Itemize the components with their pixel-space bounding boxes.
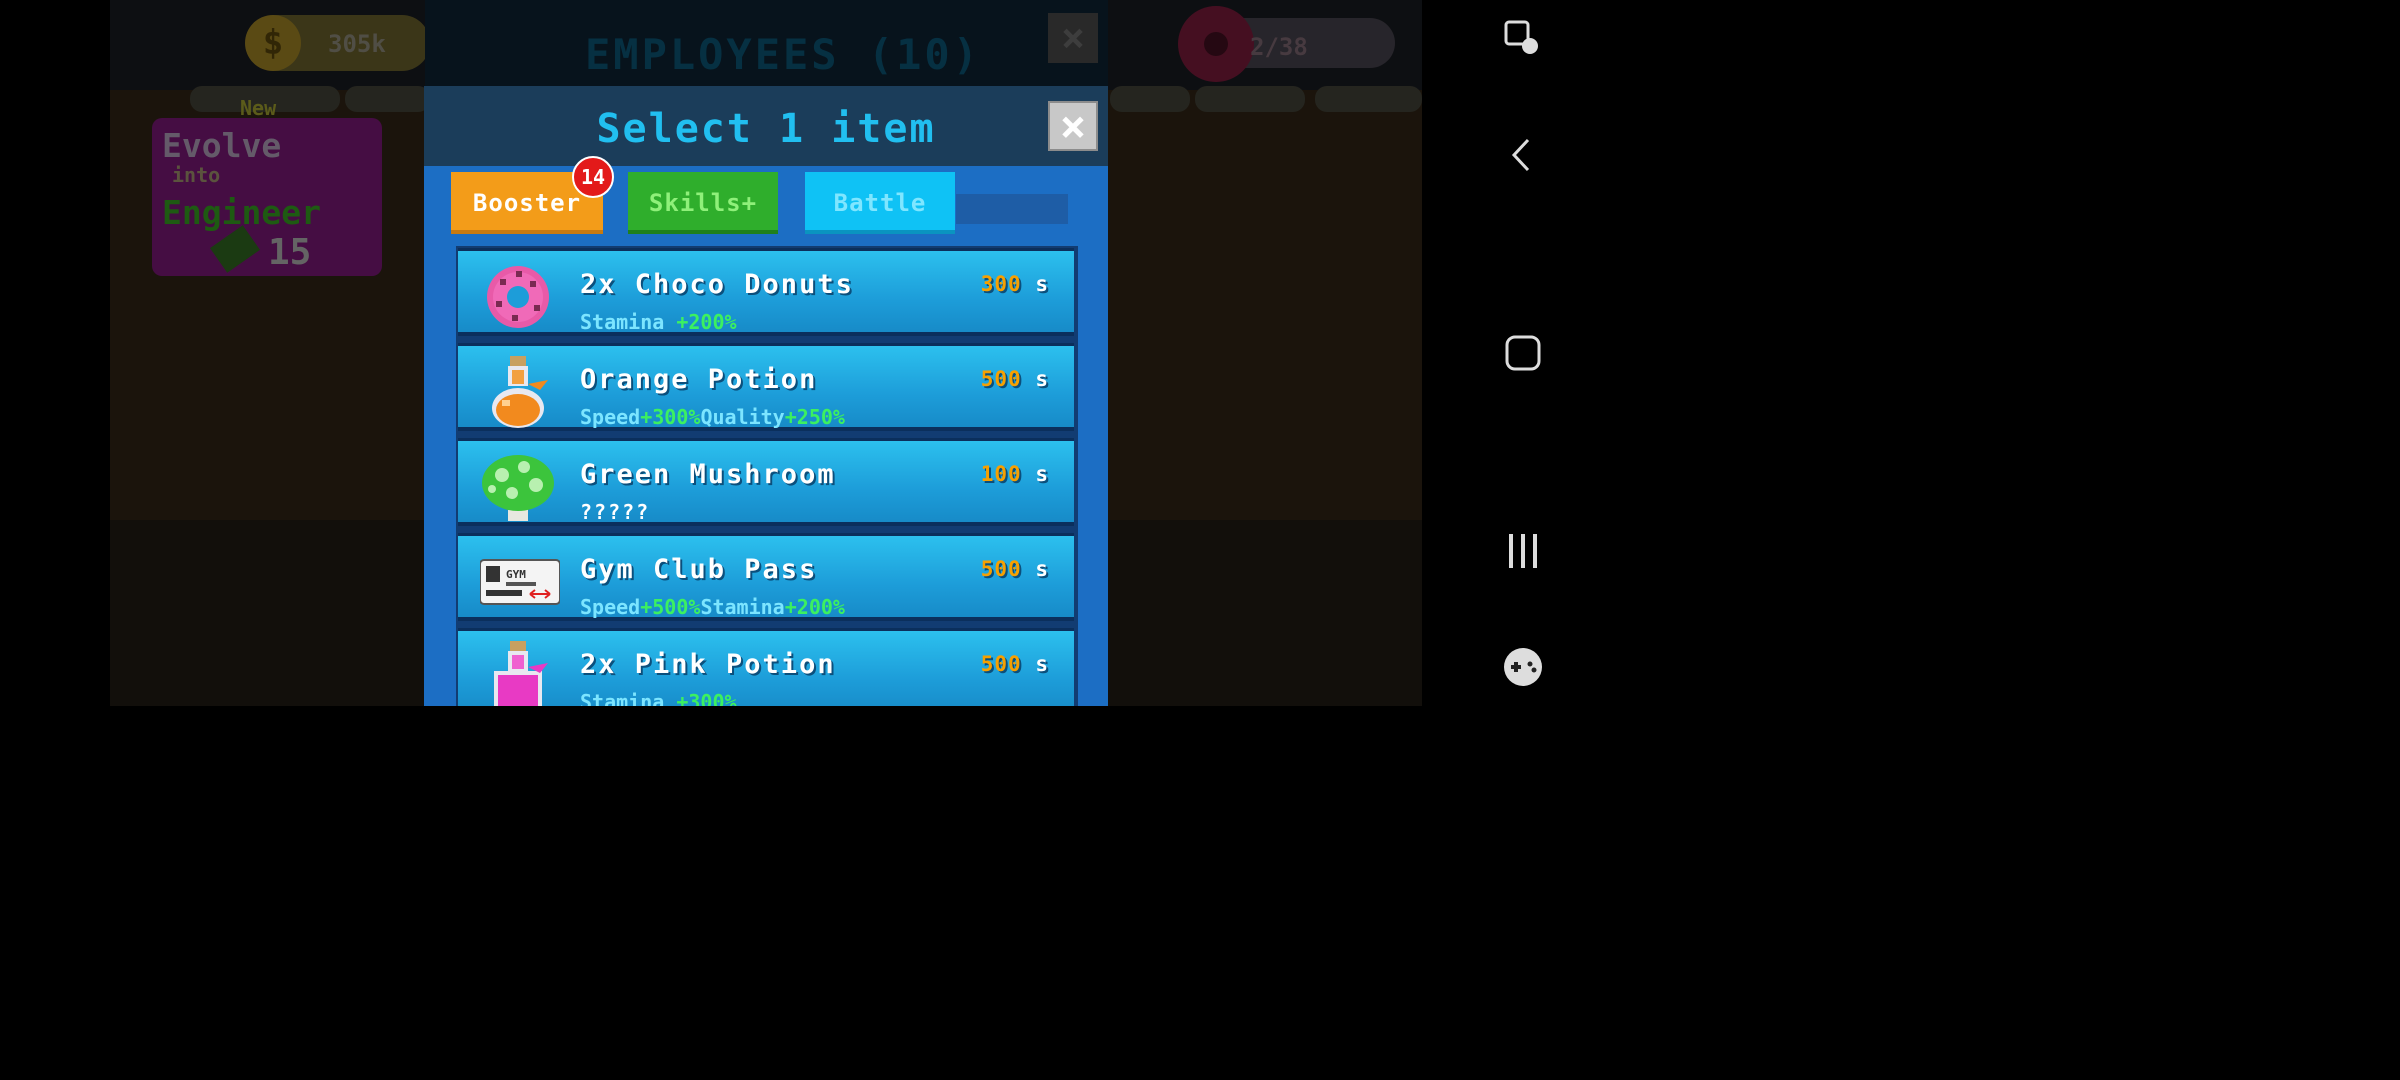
tab-bar-decoration bbox=[956, 194, 1068, 224]
stat-value: +500% bbox=[640, 595, 701, 619]
pink-potion-icon bbox=[480, 639, 556, 706]
select-item-modal: Select 1 item × Booster Skills+ Battle 1… bbox=[424, 86, 1108, 706]
list-item[interactable]: Orange Potion 500 s Speed+300%Quality+25… bbox=[458, 343, 1074, 431]
tab-skills[interactable]: Skills+ bbox=[628, 172, 778, 234]
duration-value: 500 bbox=[980, 557, 1022, 581]
duration-unit: s bbox=[1035, 462, 1049, 486]
duration-unit: s bbox=[1035, 367, 1049, 391]
item-name: Green Mushroom bbox=[580, 459, 836, 490]
stat-name: Speed bbox=[580, 595, 641, 619]
gym-pass-label: GYM bbox=[506, 568, 526, 581]
duration-unit: s bbox=[1035, 272, 1049, 296]
item-stats: Stamina +300% bbox=[580, 690, 737, 706]
duration-unit: s bbox=[1035, 557, 1049, 581]
item-duration: 500 s bbox=[981, 557, 1049, 581]
gym-pass-icon: GYM bbox=[479, 544, 561, 620]
stat-name: Stamina bbox=[700, 595, 785, 619]
home-icon[interactable] bbox=[1498, 328, 1548, 378]
stat-name: Stamina bbox=[580, 310, 665, 334]
duration-value: 500 bbox=[980, 652, 1022, 676]
item-duration: 500 s bbox=[981, 652, 1049, 676]
accessibility-icon[interactable] bbox=[1498, 12, 1548, 62]
item-duration: 100 s bbox=[981, 462, 1049, 486]
item-list: 2x Choco Donuts 300 s Stamina +200% Oran… bbox=[456, 246, 1078, 706]
item-name: Orange Potion bbox=[580, 364, 818, 395]
item-name: 2x Choco Donuts bbox=[580, 269, 854, 300]
stat-value: +250% bbox=[784, 405, 845, 429]
list-item[interactable]: GYM Gym Club Pass 500 s Speed+500%Stamin… bbox=[458, 533, 1074, 621]
close-button[interactable]: × bbox=[1048, 101, 1098, 151]
stat-value: +200% bbox=[784, 595, 845, 619]
back-icon[interactable] bbox=[1498, 130, 1548, 180]
stat-value: +300% bbox=[640, 405, 701, 429]
list-item[interactable]: 2x Choco Donuts 300 s Stamina +200% bbox=[458, 248, 1074, 336]
pink-donut-icon bbox=[480, 259, 556, 335]
item-duration: 300 s bbox=[981, 272, 1049, 296]
tab-battle[interactable]: Battle bbox=[805, 172, 955, 234]
modal-title: Select 1 item bbox=[596, 106, 936, 152]
duration-value: 500 bbox=[980, 367, 1022, 391]
list-item[interactable]: Green Mushroom 100 s ????? bbox=[458, 438, 1074, 526]
item-name: 2x Pink Potion bbox=[580, 649, 836, 680]
item-stats: ????? bbox=[580, 500, 651, 524]
orange-potion-icon bbox=[480, 354, 556, 430]
recents-icon[interactable] bbox=[1498, 526, 1548, 576]
item-name: Gym Club Pass bbox=[580, 554, 818, 585]
duration-unit: s bbox=[1035, 652, 1049, 676]
duration-value: 100 bbox=[980, 462, 1022, 486]
item-stats: Speed+500%Stamina+200% bbox=[580, 595, 845, 619]
item-duration: 500 s bbox=[981, 367, 1049, 391]
list-item[interactable]: 2x Pink Potion 500 s Stamina +300% bbox=[458, 628, 1074, 706]
item-stats: Stamina +200% bbox=[580, 310, 737, 334]
duration-value: 300 bbox=[980, 272, 1022, 296]
green-mushroom-icon bbox=[480, 449, 556, 525]
stat-name: Speed bbox=[580, 405, 641, 429]
stat-value: +300% bbox=[676, 690, 737, 706]
game-controller-icon[interactable] bbox=[1498, 642, 1548, 692]
stat-name: Quality bbox=[700, 405, 785, 429]
stat-value: +200% bbox=[676, 310, 737, 334]
stat-name: Stamina bbox=[580, 690, 665, 706]
booster-count-badge: 14 bbox=[572, 156, 614, 198]
item-stats: Speed+300%Quality+250% bbox=[580, 405, 845, 429]
